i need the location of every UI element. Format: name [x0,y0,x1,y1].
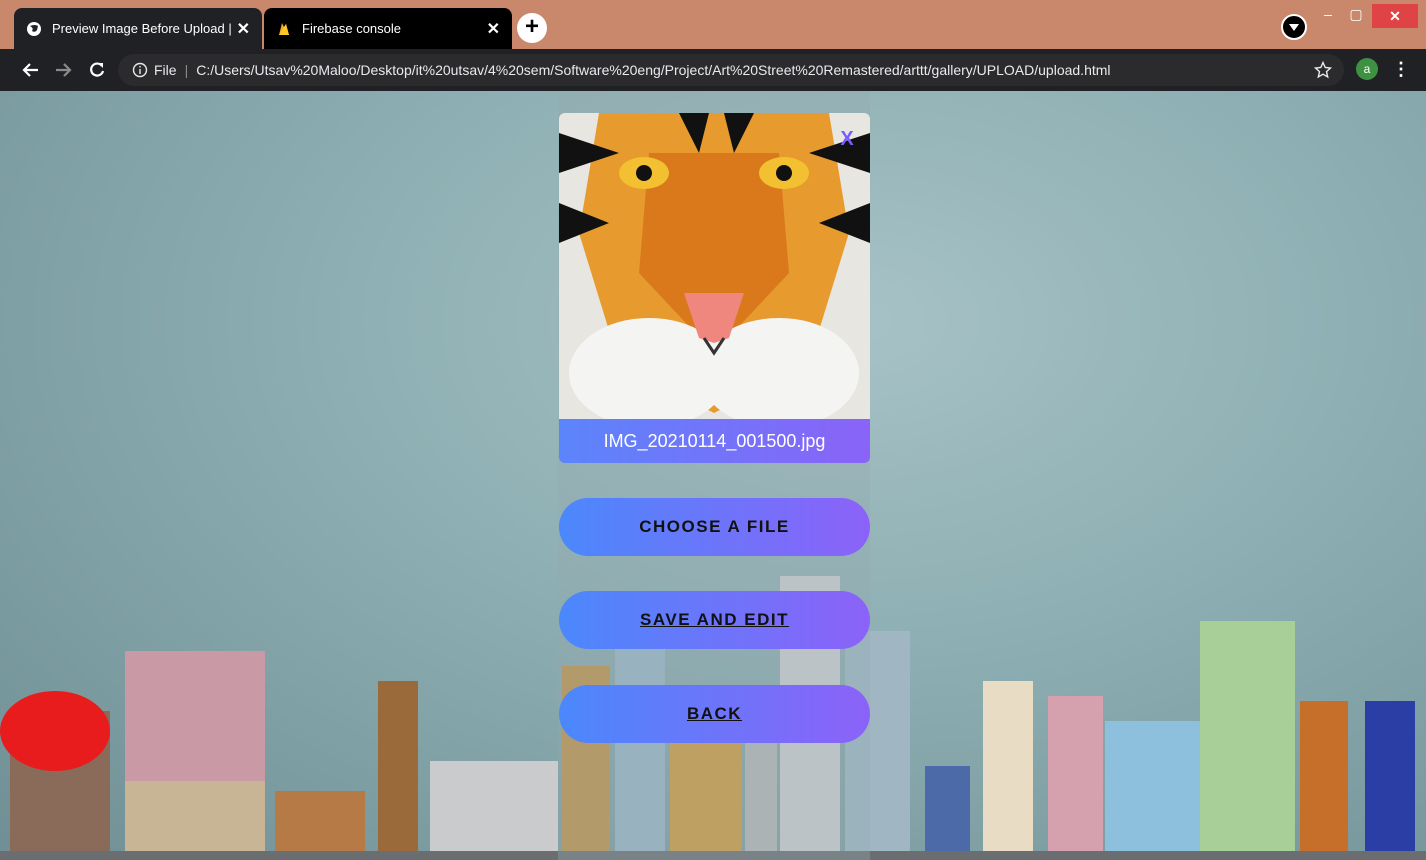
bookmark-star-icon[interactable] [1310,57,1336,83]
forward-arrow-icon[interactable] [50,57,76,83]
browser-menu-icon[interactable]: ⋮ [1392,58,1410,80]
globe-icon [26,21,42,37]
minimize-window-button[interactable]: – [1318,6,1338,26]
browser-toolbar: File | C:/Users/Utsav%20Maloo/Desktop/it… [0,49,1426,91]
tab-title: Preview Image Before Upload | C [52,21,231,36]
back-arrow-icon[interactable] [18,57,44,83]
new-tab-button[interactable]: + [517,13,547,43]
address-bar[interactable]: File | C:/Users/Utsav%20Maloo/Desktop/it… [118,54,1344,86]
remove-image-button[interactable]: X [838,129,856,149]
extension-download-icon[interactable] [1281,14,1307,40]
reload-icon[interactable] [84,57,110,83]
address-separator: | [184,62,189,78]
firebase-flame-icon [276,21,292,37]
scheme-label: File [154,62,177,78]
maximize-window-button[interactable]: ▢ [1346,6,1366,26]
info-icon[interactable] [132,62,148,78]
tab-preview-image[interactable]: Preview Image Before Upload | C ✕ [14,8,262,49]
save-and-edit-button[interactable]: SAVE AND EDIT [559,591,870,649]
preview-filename: IMG_20210114_001500.jpg [559,419,870,463]
close-tab-icon[interactable]: ✕ [237,19,250,39]
image-preview-card: IMG_20210114_001500.jpg [559,113,870,463]
browser-titlebar: Preview Image Before Upload | C ✕ Fireba… [0,0,1426,49]
tab-title: Firebase console [302,21,401,36]
choose-file-button[interactable]: CHOOSE A FILE [559,498,870,556]
close-window-button[interactable]: ✕ [1372,4,1418,28]
back-button[interactable]: BACK [559,685,870,743]
tiger-painting-preview-image [559,113,870,419]
close-tab-icon[interactable]: ✕ [487,19,500,39]
profile-avatar[interactable]: a [1356,58,1378,80]
tab-firebase-console[interactable]: Firebase console ✕ [264,8,512,49]
url-text[interactable]: C:/Users/Utsav%20Maloo/Desktop/it%20utsa… [196,62,1110,78]
